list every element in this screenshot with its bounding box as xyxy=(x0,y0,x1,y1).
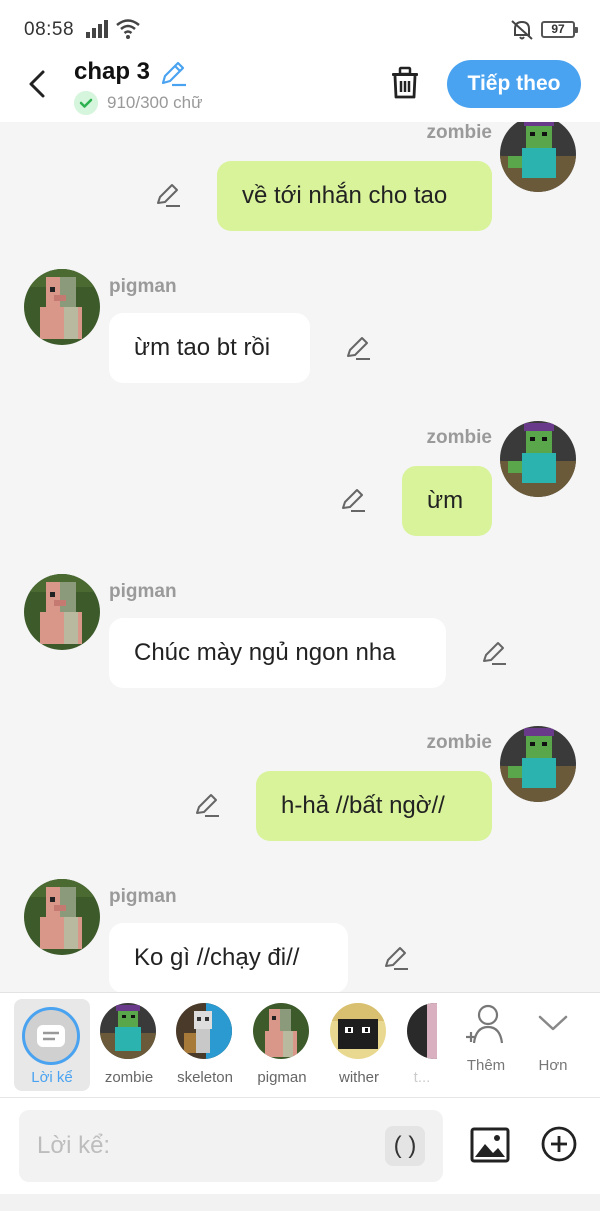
zombie-avatar[interactable] xyxy=(500,421,576,497)
chat-area[interactable]: zombie về tới nhắn cho tao pigman ừm tao… xyxy=(0,122,600,992)
skeleton-avatar xyxy=(176,1003,232,1059)
image-icon[interactable] xyxy=(470,1125,510,1165)
edit-message-icon[interactable] xyxy=(154,181,182,209)
more-characters-button[interactable]: Hơn xyxy=(523,1001,583,1081)
sender-name: zombie xyxy=(426,122,492,143)
word-count: 910/300 chữ xyxy=(107,93,203,112)
delete-button[interactable] xyxy=(386,64,424,102)
parenthesis-button[interactable]: ( ) xyxy=(385,1126,425,1166)
status-time: 08:58 xyxy=(24,19,75,40)
narrator-avatar xyxy=(22,1007,80,1065)
message-bubble[interactable]: Ko gì //chạy đi// xyxy=(109,923,348,992)
add-person-icon xyxy=(466,1004,504,1044)
add-character-label: Thêm xyxy=(466,1057,506,1074)
edit-message-icon[interactable] xyxy=(339,486,367,514)
signal-icon xyxy=(86,20,108,38)
check-icon xyxy=(74,91,98,115)
battery-icon: 97 xyxy=(541,21,578,38)
message-bubble[interactable]: ừm tao bt rồi xyxy=(109,313,310,383)
add-character-button[interactable]: Thêm xyxy=(456,1001,516,1081)
edit-title-icon[interactable] xyxy=(158,58,188,88)
message-bubble[interactable]: h-hả //bất ngờ// xyxy=(256,771,492,841)
pigman-avatar[interactable] xyxy=(24,574,100,650)
sender-name: pigman xyxy=(109,581,177,602)
character-zombie[interactable]: zombie xyxy=(90,993,168,1093)
page-title: chap 3 xyxy=(74,58,151,85)
character-label: t... xyxy=(413,1069,431,1086)
message-input-box: ( ) xyxy=(19,1110,443,1182)
message-input[interactable] xyxy=(37,1110,377,1182)
edit-message-icon[interactable] xyxy=(344,334,372,362)
message-bubble[interactable]: Chúc mày ngủ ngon nha xyxy=(109,618,446,688)
sender-name: zombie xyxy=(426,732,492,753)
character-label: wither xyxy=(338,1069,379,1086)
zombie-avatar xyxy=(100,1003,156,1059)
status-bar: 08:58 97 xyxy=(0,0,600,58)
pigman-avatar xyxy=(253,1003,309,1059)
zombie-avatar[interactable] xyxy=(500,726,576,802)
character-skeleton[interactable]: skeleton xyxy=(166,993,244,1093)
edit-message-icon[interactable] xyxy=(193,791,221,819)
character-partial[interactable]: t... xyxy=(397,993,437,1093)
header: chap 3 910/300 chữ Tiếp theo xyxy=(0,58,600,122)
message-bubble[interactable]: ừm xyxy=(402,466,492,536)
pigman-avatar[interactable] xyxy=(24,879,100,955)
narrator-label: Lời kể xyxy=(31,1069,73,1086)
sender-name: zombie xyxy=(426,427,492,448)
edit-message-icon[interactable] xyxy=(382,944,410,972)
wifi-icon xyxy=(116,19,140,39)
more-characters-label: Hơn xyxy=(538,1057,568,1074)
chevron-down-icon xyxy=(538,1015,568,1031)
narrator-icon xyxy=(37,1025,65,1047)
sender-name: pigman xyxy=(109,886,177,907)
character-wither[interactable]: wither xyxy=(320,993,398,1093)
pigman-avatar[interactable] xyxy=(24,269,100,345)
wither-avatar xyxy=(330,1003,386,1059)
input-bar: ( ) xyxy=(0,1098,600,1211)
character-pigman[interactable]: pigman xyxy=(243,993,321,1093)
back-button[interactable] xyxy=(20,66,56,102)
sender-name: pigman xyxy=(109,276,177,297)
mute-icon xyxy=(511,20,533,40)
character-strip: Lời kể zombie skeleton pigman wither t..… xyxy=(0,992,600,1098)
edit-message-icon[interactable] xyxy=(480,639,508,667)
add-icon[interactable] xyxy=(540,1125,578,1163)
next-button[interactable]: Tiếp theo xyxy=(447,60,581,108)
zombie-avatar[interactable] xyxy=(500,122,576,192)
partial-avatar xyxy=(407,1003,437,1059)
message-bubble[interactable]: về tới nhắn cho tao xyxy=(217,161,492,231)
character-narrator[interactable]: Lời kể xyxy=(14,999,90,1091)
bottom-bar xyxy=(0,1194,600,1211)
